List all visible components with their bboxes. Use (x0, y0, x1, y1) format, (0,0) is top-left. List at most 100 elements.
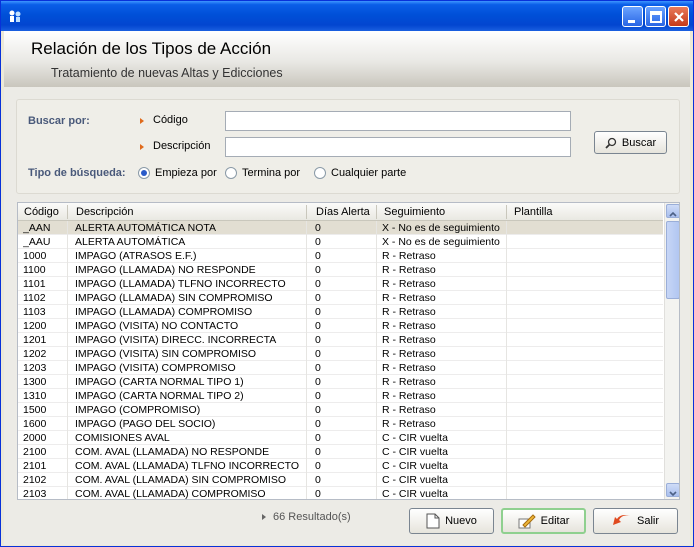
table-cell: 0 (315, 250, 321, 262)
table-cell: IMPAGO (LLAMADA) SIN COMPROMISO (75, 292, 273, 304)
table-row[interactable]: 1600 IMPAGO (PAGO DEL SOCIO) 0 R - Retraso (18, 417, 663, 431)
editar-button[interactable]: Editar (501, 508, 586, 534)
column-header-codigo[interactable]: Código (24, 206, 59, 218)
table-row[interactable]: 1000 IMPAGO (ATRASOS E.F.) 0 R - Retraso (18, 249, 663, 263)
page-subtitle: Tratamiento de nuevas Altas y Edicciones (51, 66, 283, 80)
column-separator[interactable] (376, 205, 377, 219)
cell-divider (67, 389, 68, 403)
cell-divider (67, 487, 68, 499)
table-cell: R - Retraso (382, 376, 436, 388)
table-row[interactable]: 1500 IMPAGO (COMPROMISO) 0 R - Retraso (18, 403, 663, 417)
radio-empieza-por[interactable] (138, 167, 150, 179)
column-separator[interactable] (506, 205, 507, 219)
table-cell: 1200 (23, 320, 47, 332)
table-cell: 0 (315, 236, 321, 248)
scroll-thumb[interactable] (666, 221, 679, 299)
cell-divider (306, 263, 307, 277)
cell-divider (306, 431, 307, 445)
cell-divider (67, 361, 68, 375)
codigo-input[interactable] (225, 111, 571, 131)
cell-divider (376, 277, 377, 291)
descripcion-input[interactable] (225, 137, 571, 157)
salir-button[interactable]: Salir (593, 508, 678, 534)
table-cell: X - No es de seguimiento (382, 236, 500, 248)
exit-arrow-icon (612, 515, 630, 525)
app-users-icon (9, 10, 21, 22)
table-row[interactable]: 2101 COM. AVAL (LLAMADA) TLFNO INCORRECTO… (18, 459, 663, 473)
column-header-plantilla[interactable]: Plantilla (514, 206, 553, 218)
table-row[interactable]: 1103 IMPAGO (LLAMADA) COMPROMISO 0 R - Retr… (18, 305, 663, 319)
table-cell: 2102 (23, 474, 47, 486)
cell-divider (67, 249, 68, 263)
table-row[interactable]: 1100 IMPAGO (LLAMADA) NO RESPONDE 0 R - Ret… (18, 263, 663, 277)
scroll-down-button[interactable] (666, 483, 679, 497)
search-by-label: Buscar por: (28, 115, 90, 127)
radio-cualquier-parte-label: Cualquier parte (331, 167, 407, 179)
table-cell: 0 (315, 446, 321, 458)
table-cell: _AAU (23, 236, 51, 248)
cell-divider (506, 375, 507, 389)
table-cell: 1100 (23, 264, 46, 276)
table-cell: 1202 (23, 348, 47, 360)
title-bar[interactable] (1, 1, 693, 31)
table-cell: 0 (315, 418, 321, 430)
table-row[interactable]: _AAN ALERTA AUTOMÁTICA NOTA 0 X - No es de … (18, 221, 663, 235)
table-cell: 2101 (23, 460, 47, 472)
cell-divider (306, 375, 307, 389)
table-cell: R - Retraso (382, 418, 436, 430)
radio-cualquier-parte[interactable] (314, 167, 326, 179)
table-cell: R - Retraso (382, 264, 436, 276)
results-grid[interactable]: Código Descripción Días Alerta Seguimien… (17, 202, 680, 500)
cell-divider (67, 431, 68, 445)
nuevo-button[interactable]: Nuevo (409, 508, 494, 534)
table-row[interactable]: 2100 COM. AVAL (LLAMADA) NO RESPONDE 0 C - … (18, 445, 663, 459)
search-panel: Buscar por: Código Descripción Buscar Ti… (16, 99, 680, 194)
table-cell: X - No es de seguimiento (382, 222, 500, 234)
column-header-dias-alerta[interactable]: Días Alerta (316, 206, 370, 218)
minimize-icon (628, 20, 635, 23)
cell-divider (376, 389, 377, 403)
client-area: Relación de los Tipos de Acción Tratamie… (4, 31, 690, 545)
new-document-icon (426, 513, 440, 529)
table-row[interactable]: 2103 COM. AVAL (LLAMADA) COMPROMISO 0 C - C… (18, 487, 663, 499)
minimize-button[interactable] (622, 6, 643, 27)
radio-termina-por[interactable] (225, 167, 237, 179)
table-cell: 0 (315, 432, 321, 444)
radio-termina-por-label: Termina por (242, 167, 301, 179)
cell-divider (67, 417, 68, 431)
cell-divider (506, 221, 507, 235)
table-cell: IMPAGO (VISITA) DIRECC. INCORRECTA (75, 334, 277, 346)
table-row[interactable]: _AAU ALERTA AUTOMÁTICA 0 X - No es de segui… (18, 235, 663, 249)
buscar-button[interactable]: Buscar (594, 131, 667, 154)
maximize-button[interactable] (645, 6, 666, 27)
table-row[interactable]: 1300 IMPAGO (CARTA NORMAL TIPO 1) 0 R - Ret… (18, 375, 663, 389)
table-row[interactable]: 1202 IMPAGO (VISITA) SIN COMPROMISO 0 R - R… (18, 347, 663, 361)
cell-divider (67, 473, 68, 487)
column-separator[interactable] (67, 205, 68, 219)
cell-divider (67, 263, 68, 277)
table-cell: IMPAGO (CARTA NORMAL TIPO 1) (75, 376, 244, 388)
cell-divider (67, 347, 68, 361)
table-cell: IMPAGO (CARTA NORMAL TIPO 2) (75, 390, 244, 402)
table-row[interactable]: 1310 IMPAGO (CARTA NORMAL TIPO 2) 0 R - Ret… (18, 389, 663, 403)
table-cell: 2000 (23, 432, 47, 444)
cell-divider (506, 361, 507, 375)
column-header-descripcion[interactable]: Descripción (76, 206, 133, 218)
table-row[interactable]: 1200 IMPAGO (VISITA) NO CONTACTO 0 R - Retr… (18, 319, 663, 333)
scroll-up-button[interactable] (666, 204, 679, 218)
table-cell: ALERTA AUTOMÁTICA (75, 236, 186, 248)
table-row[interactable]: 2000 COMISIONES AVAL 0 C - CIR vuelta (18, 431, 663, 445)
close-button[interactable] (668, 6, 689, 27)
table-cell: COMISIONES AVAL (75, 432, 170, 444)
table-row[interactable]: 1101 IMPAGO (LLAMADA) TLFNO INCORRECTO 0 R … (18, 277, 663, 291)
table-cell: IMPAGO (VISITA) SIN COMPROMISO (75, 348, 257, 360)
table-row[interactable]: 1201 IMPAGO (VISITA) DIRECC. INCORRECTA 0 R… (18, 333, 663, 347)
table-row[interactable]: 1102 IMPAGO (LLAMADA) SIN COMPROMISO 0 R - … (18, 291, 663, 305)
table-row[interactable]: 2102 COM. AVAL (LLAMADA) SIN COMPROMISO 0 C… (18, 473, 663, 487)
column-separator[interactable] (306, 205, 307, 219)
table-cell: 0 (315, 292, 321, 304)
cell-divider (67, 291, 68, 305)
column-header-seguimiento[interactable]: Seguimiento (384, 206, 445, 218)
vertical-scrollbar[interactable] (664, 203, 679, 499)
table-row[interactable]: 1203 IMPAGO (VISITA) COMPROMISO 0 R - Retra… (18, 361, 663, 375)
